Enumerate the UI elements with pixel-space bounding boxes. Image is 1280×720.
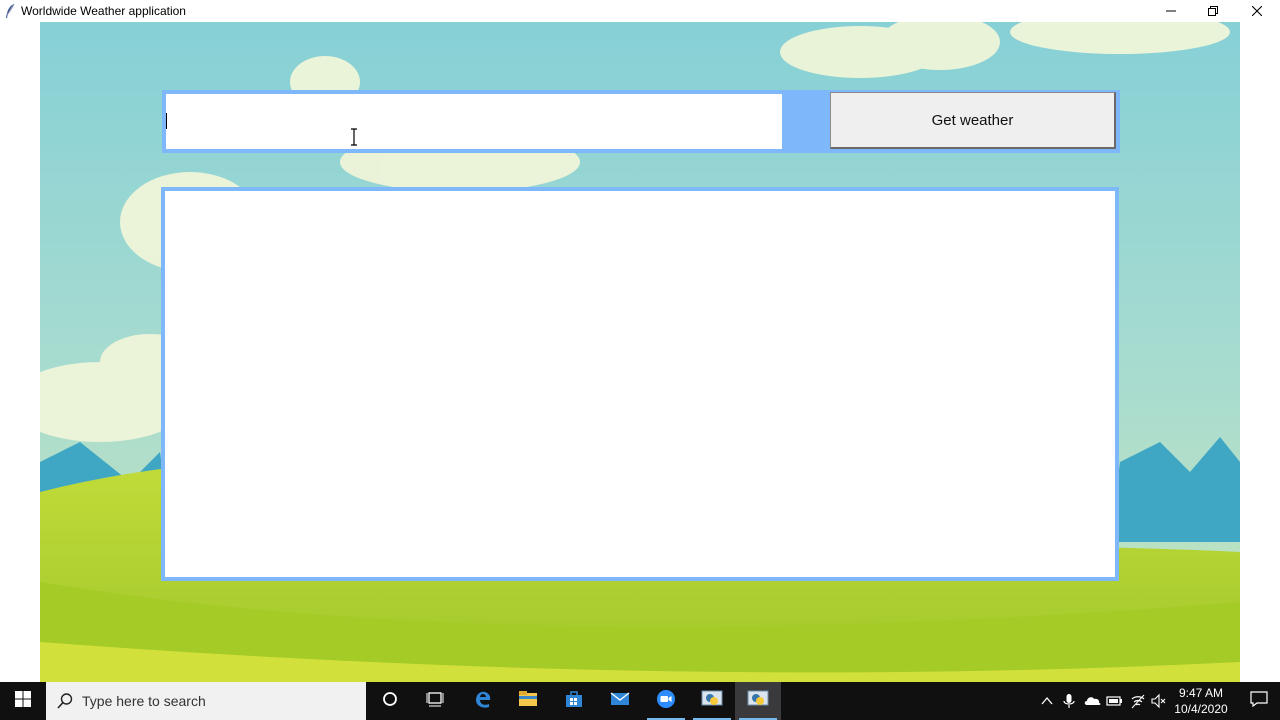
file-explorer-button[interactable] (505, 682, 551, 720)
store-icon (565, 690, 583, 713)
get-weather-button[interactable]: Get weather (830, 92, 1116, 149)
python-idle-icon (701, 689, 723, 714)
onedrive-icon[interactable] (1084, 693, 1101, 709)
window-title: Worldwide Weather application (21, 4, 186, 18)
windows-logo-icon (15, 690, 31, 712)
close-button[interactable] (1234, 0, 1280, 22)
chevron-up-icon[interactable] (1039, 693, 1055, 709)
app-window: Worldwide Weather application Get weathe… (0, 0, 1280, 682)
city-input[interactable] (166, 94, 782, 149)
cortana-button[interactable] (367, 682, 413, 720)
clock-date: 10/4/2020 (1174, 702, 1228, 716)
python-app-icon (747, 689, 769, 714)
text-caret (166, 113, 167, 129)
python-app-button[interactable] (735, 682, 781, 720)
minimize-button[interactable] (1148, 0, 1194, 22)
taskbar: Type here to search 9:47 AM 10/4/2020 (0, 682, 1280, 720)
weather-result-label (165, 191, 1115, 577)
restore-icon (1208, 6, 1218, 16)
microphone-icon[interactable] (1061, 693, 1077, 709)
start-button[interactable] (0, 682, 46, 720)
search-icon (56, 692, 74, 710)
minimize-icon (1166, 6, 1176, 16)
edge-button[interactable] (460, 682, 506, 720)
zoom-icon (656, 689, 676, 714)
battery-icon[interactable] (1106, 693, 1122, 709)
volume-muted-icon[interactable] (1151, 693, 1167, 709)
file-explorer-icon (518, 690, 538, 713)
task-view-button[interactable] (412, 682, 458, 720)
action-center-button[interactable] (1238, 682, 1280, 720)
store-button[interactable] (551, 682, 597, 720)
feather-icon (4, 3, 16, 19)
search-placeholder: Type here to search (82, 693, 206, 709)
clock-time: 9:47 AM (1178, 686, 1224, 700)
restore-button[interactable] (1190, 0, 1236, 22)
mail-icon (610, 691, 630, 712)
title-bar[interactable]: Worldwide Weather application (0, 0, 1280, 22)
python-idle-button[interactable] (689, 682, 735, 720)
mail-button[interactable] (597, 682, 643, 720)
task-view-icon (426, 691, 444, 712)
taskbar-search-box[interactable]: Type here to search (46, 682, 366, 720)
close-icon (1252, 6, 1262, 16)
notification-icon (1250, 690, 1268, 712)
wifi-icon[interactable] (1130, 693, 1146, 709)
edge-icon (473, 689, 493, 714)
ibeam-cursor-icon (349, 128, 359, 146)
cortana-icon (382, 691, 398, 712)
taskbar-clock[interactable]: 9:47 AM 10/4/2020 (1170, 685, 1232, 717)
zoom-button[interactable] (643, 682, 689, 720)
